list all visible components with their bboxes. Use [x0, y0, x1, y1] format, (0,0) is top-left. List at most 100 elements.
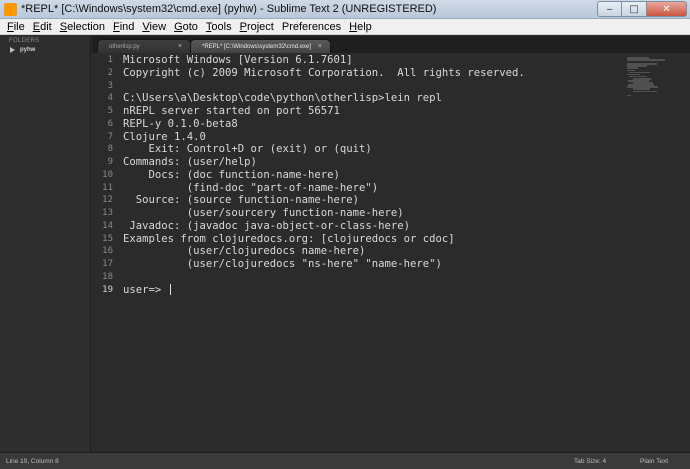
sidebar: FOLDERS pyhw — [0, 36, 91, 452]
syntax-selector[interactable]: Plain Text — [640, 458, 668, 465]
code-line-text: Docs: (doc function-name-here) — [123, 168, 340, 181]
code-line[interactable]: (user/clojuredocs name-here) — [123, 245, 525, 258]
menu-label: dit — [40, 20, 52, 33]
menu-label: Preferences — [281, 20, 342, 33]
text-cursor — [169, 284, 171, 295]
menu-project[interactable]: Project — [237, 21, 277, 33]
line-number: 5 — [107, 106, 113, 116]
line-number: 11 — [102, 182, 113, 193]
sidebar-folder-pyhw[interactable]: pyhw — [10, 47, 35, 53]
minimize-button[interactable]: ‒ — [597, 1, 622, 17]
code-line-text: Javadoc: (javadoc java-object-or-class-h… — [123, 219, 411, 232]
tab-label: otherlisp.py — [109, 44, 140, 50]
menu-accelerator: G — [174, 20, 183, 33]
code-line-text: Copyright (c) 2009 Microsoft Corporation… — [123, 66, 525, 79]
close-window-button[interactable]: ✕ — [647, 1, 687, 17]
menu-view[interactable]: View — [139, 21, 169, 33]
code-line[interactable]: (find-doc "part-of-name-here") — [123, 182, 525, 195]
line-number: 8 — [107, 144, 113, 155]
code-line[interactable]: Javadoc: (javadoc java-object-or-class-h… — [123, 220, 525, 233]
menu-label: roject — [246, 20, 274, 33]
line-number: 12 — [102, 195, 113, 206]
line-number: 18 — [102, 271, 113, 282]
code-line-text: (user/sourcery function-name-here) — [123, 207, 404, 219]
code-line-text: (user/clojuredocs name-here) — [123, 245, 366, 258]
code-line-text: Clojure 1.4.0 — [123, 130, 206, 143]
menu-edit[interactable]: Edit — [30, 21, 55, 33]
code-line[interactable]: Copyright (c) 2009 Microsoft Corporation… — [123, 67, 525, 80]
menu-tools[interactable]: Tools — [203, 21, 235, 33]
menu-accelerator: E — [32, 20, 41, 33]
code-line[interactable] — [123, 80, 525, 93]
disclosure-triangle-icon[interactable] — [10, 47, 15, 53]
menu-label: oto — [182, 20, 198, 33]
line-number: 17 — [102, 259, 113, 269]
code-line[interactable] — [123, 271, 525, 284]
menu-goto[interactable]: Goto — [171, 21, 201, 33]
code-line[interactable]: Commands: (user/help) — [123, 156, 525, 169]
window-controls: ‒ □ ✕ — [597, 1, 687, 18]
window-title: *REPL* [C:\Windows\system32\cmd.exe] (py… — [21, 3, 437, 15]
code-line-text: (user/clojuredocs "ns-here" "name-here") — [123, 258, 442, 270]
tab-otherlisp-py[interactable]: otherlisp.py × — [97, 39, 191, 53]
code-line[interactable]: REPL-y 0.1.0-beta8 — [123, 118, 525, 131]
sidebar-folders-header: FOLDERS — [9, 38, 40, 44]
code-area[interactable]: Microsoft Windows [Version 6.1.7601] Copy… — [123, 54, 525, 296]
code-line-text: user=> — [123, 283, 168, 296]
menu-label: election — [67, 20, 105, 33]
line-number: 7 — [107, 131, 113, 142]
line-number: 4 — [107, 93, 113, 104]
code-line[interactable]: (user/sourcery function-name-here) — [123, 207, 525, 220]
menu-label: ind — [119, 20, 135, 33]
line-number: 16 — [102, 246, 113, 257]
code-line[interactable]: Docs: (doc function-name-here) — [123, 169, 525, 182]
code-line[interactable]: Microsoft Windows [Version 6.1.7601] — [123, 54, 525, 67]
code-line[interactable]: nREPL server started on port 56571 — [123, 105, 525, 118]
code-line-text: nREPL server started on port 56571 — [123, 105, 340, 117]
minimap[interactable] — [627, 57, 667, 97]
tab-size-selector[interactable]: Tab Size: 4 — [574, 458, 606, 465]
code-line-text: REPL-y 0.1.0-beta8 — [123, 117, 238, 130]
cursor-position: Line 19, Column 8 — [6, 458, 59, 465]
code-line[interactable]: Exit: Control+D or (exit) or (quit) — [123, 143, 525, 156]
line-number: 14 — [102, 220, 113, 231]
close-tab-icon[interactable]: × — [318, 43, 322, 50]
menu-accelerator: V — [142, 20, 150, 33]
menu-accelerator: F — [112, 20, 120, 33]
code-line[interactable]: C:\Users\a\Desktop\code\python\otherlisp… — [123, 92, 525, 105]
tab-strip: otherlisp.py × *REPL* [C:\Windows\system… — [92, 36, 690, 53]
code-line[interactable]: Clojure 1.4.0 — [123, 131, 525, 144]
code-line-text: Microsoft Windows [Version 6.1.7601] — [123, 54, 353, 66]
menu-label: ile — [13, 20, 25, 33]
editor-pane[interactable]: 1 2 3 4 5 6 7 8 9 10 11 12 13 14 15 16 17 18 19 Microsoft … — [92, 53, 690, 452]
maximize-button[interactable]: □ — [622, 1, 647, 17]
code-line[interactable]: Examples from clojuredocs.org: [clojured… — [123, 233, 525, 246]
title-bar: *REPL* [C:\Windows\system32\cmd.exe] (py… — [0, 0, 690, 19]
menu-accelerator: H — [349, 20, 358, 33]
menu-file[interactable]: File — [4, 21, 28, 33]
code-line[interactable]: user=> — [123, 284, 525, 297]
menu-selection[interactable]: Selection — [57, 21, 108, 33]
line-number: 9 — [107, 157, 113, 167]
line-number: 6 — [107, 118, 113, 129]
tab-repl[interactable]: *REPL* [C:\Windows\system32\cmd.exe] × — [190, 39, 331, 53]
line-number-gutter: 1 2 3 4 5 6 7 8 9 10 11 12 13 14 15 16 17 18 19 — [92, 54, 113, 296]
minimap-line — [627, 59, 665, 61]
code-line-text: C:\Users\a\Desktop\code\python\otherlisp… — [123, 92, 442, 105]
line-number: 19 — [102, 284, 113, 295]
minimap-line — [633, 90, 657, 93]
menu-preferences[interactable]: Preferences — [279, 21, 344, 33]
menu-label: ools — [211, 20, 232, 33]
menu-help[interactable]: Help — [346, 21, 375, 33]
line-number: 10 — [102, 169, 113, 180]
close-tab-icon[interactable]: × — [178, 43, 182, 50]
code-line[interactable]: (user/clojuredocs "ns-here" "name-here") — [123, 258, 525, 271]
menu-label: iew — [149, 20, 167, 33]
menu-find[interactable]: Find — [110, 21, 137, 33]
code-line[interactable]: Source: (source function-name-here) — [123, 194, 525, 207]
code-line-text: Commands: (user/help) — [123, 156, 257, 168]
minimap-line — [627, 94, 632, 97]
line-number: 15 — [102, 233, 113, 244]
menu-accelerator: P — [239, 20, 247, 33]
code-line-text: Source: (source function-name-here) — [123, 194, 359, 207]
